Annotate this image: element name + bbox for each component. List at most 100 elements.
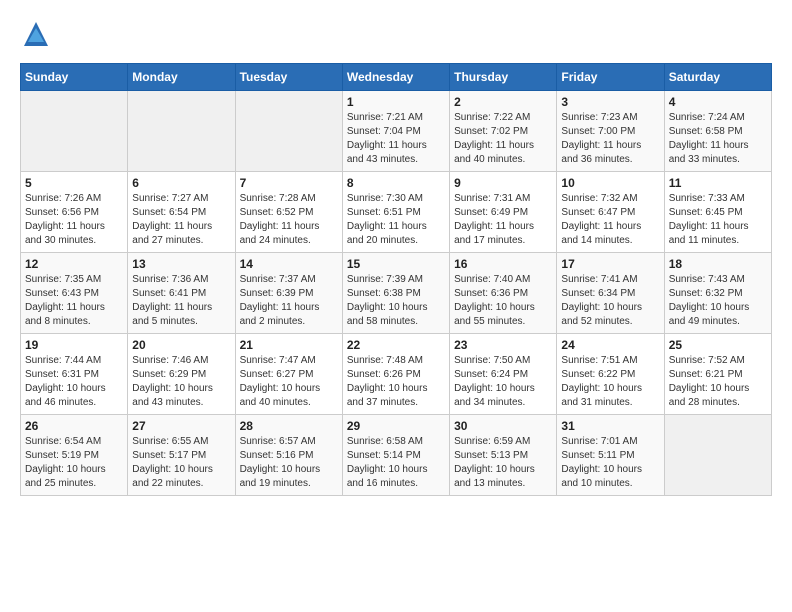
calendar-header-friday: Friday: [557, 64, 664, 91]
day-number: 7: [240, 176, 338, 190]
calendar-cell: 21 Sunrise: 7:47 AM Sunset: 6:27 PM Dayli…: [235, 334, 342, 415]
day-info: Sunrise: 7:48 AM Sunset: 6:26 PM Dayligh…: [347, 354, 445, 410]
day-info: Sunrise: 6:59 AM Sunset: 5:13 PM Dayligh…: [454, 435, 552, 491]
calendar-cell: 22 Sunrise: 7:48 AM Sunset: 6:26 PM Dayli…: [342, 334, 449, 415]
calendar-week-2: 5 Sunrise: 7:26 AM Sunset: 6:56 PM Daylig…: [21, 172, 772, 253]
day-info: Sunrise: 7:23 AM Sunset: 7:00 PM Dayligh…: [561, 111, 659, 167]
day-info: Sunrise: 7:26 AM Sunset: 6:56 PM Dayligh…: [25, 192, 123, 248]
calendar-cell: 11 Sunrise: 7:33 AM Sunset: 6:45 PM Dayli…: [664, 172, 771, 253]
calendar-header-monday: Monday: [128, 64, 235, 91]
calendar-header-row: SundayMondayTuesdayWednesdayThursdayFrid…: [21, 64, 772, 91]
day-info: Sunrise: 7:43 AM Sunset: 6:32 PM Dayligh…: [669, 273, 767, 329]
day-number: 15: [347, 257, 445, 271]
calendar-cell: 7 Sunrise: 7:28 AM Sunset: 6:52 PM Daylig…: [235, 172, 342, 253]
calendar-week-3: 12 Sunrise: 7:35 AM Sunset: 6:43 PM Dayli…: [21, 253, 772, 334]
day-number: 6: [132, 176, 230, 190]
day-info: Sunrise: 6:55 AM Sunset: 5:17 PM Dayligh…: [132, 435, 230, 491]
calendar-cell: 17 Sunrise: 7:41 AM Sunset: 6:34 PM Dayli…: [557, 253, 664, 334]
calendar-cell: [235, 91, 342, 172]
calendar-cell: 9 Sunrise: 7:31 AM Sunset: 6:49 PM Daylig…: [450, 172, 557, 253]
day-info: Sunrise: 7:46 AM Sunset: 6:29 PM Dayligh…: [132, 354, 230, 410]
day-info: Sunrise: 6:57 AM Sunset: 5:16 PM Dayligh…: [240, 435, 338, 491]
day-info: Sunrise: 7:50 AM Sunset: 6:24 PM Dayligh…: [454, 354, 552, 410]
calendar-cell: 30Sunrise: 6:59 AM Sunset: 5:13 PM Dayli…: [450, 415, 557, 496]
calendar-cell: 3Sunrise: 7:23 AM Sunset: 7:00 PM Daylig…: [557, 91, 664, 172]
calendar-header-thursday: Thursday: [450, 64, 557, 91]
day-info: Sunrise: 7:47 AM Sunset: 6:27 PM Dayligh…: [240, 354, 338, 410]
day-info: Sunrise: 7:32 AM Sunset: 6:47 PM Dayligh…: [561, 192, 659, 248]
calendar-week-1: 1Sunrise: 7:21 AM Sunset: 7:04 PM Daylig…: [21, 91, 772, 172]
day-info: Sunrise: 7:35 AM Sunset: 6:43 PM Dayligh…: [25, 273, 123, 329]
day-number: 27: [132, 419, 230, 433]
calendar-cell: 6 Sunrise: 7:27 AM Sunset: 6:54 PM Daylig…: [128, 172, 235, 253]
calendar-cell: 28Sunrise: 6:57 AM Sunset: 5:16 PM Dayli…: [235, 415, 342, 496]
day-number: 2: [454, 95, 552, 109]
calendar-cell: 4 Sunrise: 7:24 AM Sunset: 6:58 PM Daylig…: [664, 91, 771, 172]
calendar-cell: [128, 91, 235, 172]
calendar-cell: 23 Sunrise: 7:50 AM Sunset: 6:24 PM Dayli…: [450, 334, 557, 415]
day-number: 29: [347, 419, 445, 433]
calendar-cell: [664, 415, 771, 496]
day-number: 23: [454, 338, 552, 352]
calendar-cell: 18Sunrise: 7:43 AM Sunset: 6:32 PM Dayli…: [664, 253, 771, 334]
calendar-cell: [21, 91, 128, 172]
day-info: Sunrise: 7:21 AM Sunset: 7:04 PM Dayligh…: [347, 111, 445, 167]
day-number: 9: [454, 176, 552, 190]
day-number: 22: [347, 338, 445, 352]
day-number: 21: [240, 338, 338, 352]
calendar-cell: 8 Sunrise: 7:30 AM Sunset: 6:51 PM Daylig…: [342, 172, 449, 253]
day-number: 17: [561, 257, 659, 271]
day-number: 13: [132, 257, 230, 271]
calendar-week-5: 26 Sunrise: 6:54 AM Sunset: 5:19 PM Dayli…: [21, 415, 772, 496]
day-info: Sunrise: 7:22 AM Sunset: 7:02 PM Dayligh…: [454, 111, 552, 167]
day-number: 25: [669, 338, 767, 352]
logo: [20, 20, 50, 53]
calendar-header-wednesday: Wednesday: [342, 64, 449, 91]
day-number: 8: [347, 176, 445, 190]
day-info: Sunrise: 7:37 AM Sunset: 6:39 PM Dayligh…: [240, 273, 338, 329]
day-info: Sunrise: 7:31 AM Sunset: 6:49 PM Dayligh…: [454, 192, 552, 248]
calendar-cell: 19Sunrise: 7:44 AM Sunset: 6:31 PM Dayli…: [21, 334, 128, 415]
calendar-table: SundayMondayTuesdayWednesdayThursdayFrid…: [20, 63, 772, 496]
day-info: Sunrise: 7:36 AM Sunset: 6:41 PM Dayligh…: [132, 273, 230, 329]
day-number: 14: [240, 257, 338, 271]
day-number: 11: [669, 176, 767, 190]
calendar-cell: 1Sunrise: 7:21 AM Sunset: 7:04 PM Daylig…: [342, 91, 449, 172]
calendar-body: 1Sunrise: 7:21 AM Sunset: 7:04 PM Daylig…: [21, 91, 772, 496]
calendar-cell: 16 Sunrise: 7:40 AM Sunset: 6:36 PM Dayli…: [450, 253, 557, 334]
day-number: 12: [25, 257, 123, 271]
day-number: 10: [561, 176, 659, 190]
day-info: Sunrise: 7:52 AM Sunset: 6:21 PM Dayligh…: [669, 354, 767, 410]
calendar-header-tuesday: Tuesday: [235, 64, 342, 91]
calendar-cell: 10 Sunrise: 7:32 AM Sunset: 6:47 PM Dayli…: [557, 172, 664, 253]
calendar-cell: 5 Sunrise: 7:26 AM Sunset: 6:56 PM Daylig…: [21, 172, 128, 253]
day-info: Sunrise: 7:30 AM Sunset: 6:51 PM Dayligh…: [347, 192, 445, 248]
day-info: Sunrise: 6:54 AM Sunset: 5:19 PM Dayligh…: [25, 435, 123, 491]
day-number: 4: [669, 95, 767, 109]
calendar-cell: 2 Sunrise: 7:22 AM Sunset: 7:02 PM Daylig…: [450, 91, 557, 172]
day-info: Sunrise: 7:24 AM Sunset: 6:58 PM Dayligh…: [669, 111, 767, 167]
calendar-header-saturday: Saturday: [664, 64, 771, 91]
day-number: 19: [25, 338, 123, 352]
day-info: Sunrise: 7:41 AM Sunset: 6:34 PM Dayligh…: [561, 273, 659, 329]
day-number: 31: [561, 419, 659, 433]
logo-icon: [22, 20, 50, 48]
day-number: 5: [25, 176, 123, 190]
day-info: Sunrise: 7:40 AM Sunset: 6:36 PM Dayligh…: [454, 273, 552, 329]
page-header: [20, 20, 772, 53]
day-info: Sunrise: 6:58 AM Sunset: 5:14 PM Dayligh…: [347, 435, 445, 491]
calendar-cell: 27 Sunrise: 6:55 AM Sunset: 5:17 PM Dayli…: [128, 415, 235, 496]
calendar-cell: 14 Sunrise: 7:37 AM Sunset: 6:39 PM Dayli…: [235, 253, 342, 334]
day-info: Sunrise: 7:27 AM Sunset: 6:54 PM Dayligh…: [132, 192, 230, 248]
day-number: 24: [561, 338, 659, 352]
day-number: 20: [132, 338, 230, 352]
day-number: 26: [25, 419, 123, 433]
calendar-cell: 29 Sunrise: 6:58 AM Sunset: 5:14 PM Dayli…: [342, 415, 449, 496]
day-number: 16: [454, 257, 552, 271]
day-info: Sunrise: 7:28 AM Sunset: 6:52 PM Dayligh…: [240, 192, 338, 248]
day-info: Sunrise: 7:51 AM Sunset: 6:22 PM Dayligh…: [561, 354, 659, 410]
calendar-cell: 15Sunrise: 7:39 AM Sunset: 6:38 PM Dayli…: [342, 253, 449, 334]
calendar-cell: 20 Sunrise: 7:46 AM Sunset: 6:29 PM Dayli…: [128, 334, 235, 415]
day-info: Sunrise: 7:33 AM Sunset: 6:45 PM Dayligh…: [669, 192, 767, 248]
calendar-cell: 12 Sunrise: 7:35 AM Sunset: 6:43 PM Dayli…: [21, 253, 128, 334]
